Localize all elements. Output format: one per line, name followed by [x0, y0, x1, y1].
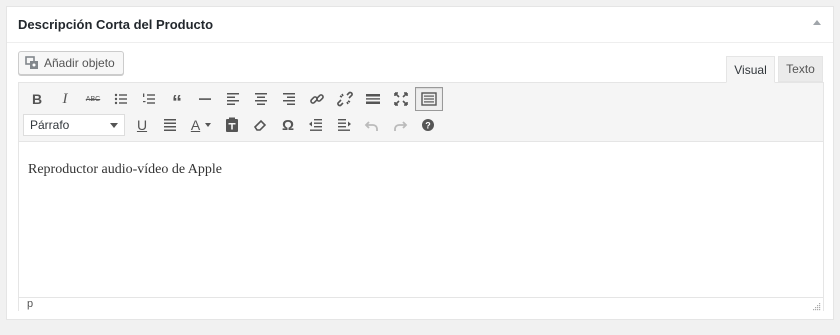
toolbar-row-1: B I ABC “: [23, 87, 443, 113]
editor-toolbar: B I ABC “ Párrafo U A Ω ?: [19, 83, 823, 142]
resize-handle-icon[interactable]: [813, 302, 821, 311]
indent-icon[interactable]: [330, 113, 358, 137]
unlink-icon[interactable]: [331, 87, 359, 111]
justify-icon[interactable]: [156, 113, 184, 137]
svg-text:?: ?: [425, 121, 431, 131]
undo-icon[interactable]: [358, 113, 386, 137]
tab-text[interactable]: Texto: [778, 56, 823, 82]
special-character-icon[interactable]: Ω: [274, 113, 302, 137]
panel-title: Descripción Corta del Producto: [18, 17, 214, 32]
align-right-icon[interactable]: [275, 87, 303, 111]
triangle-up-icon[interactable]: [813, 20, 821, 25]
editor-statusbar: p: [19, 297, 823, 312]
fullscreen-icon[interactable]: [387, 87, 415, 111]
underline-icon[interactable]: U: [128, 113, 156, 137]
panel-header: Descripción Corta del Producto: [7, 7, 833, 43]
paste-text-icon[interactable]: [218, 113, 246, 137]
chevron-down-icon: [205, 123, 212, 127]
help-icon[interactable]: ?: [414, 113, 442, 137]
align-center-icon[interactable]: [247, 87, 275, 111]
tab-visual[interactable]: Visual: [726, 56, 775, 83]
outdent-icon[interactable]: [302, 113, 330, 137]
bold-icon[interactable]: B: [23, 87, 51, 111]
italic-icon[interactable]: I: [51, 87, 79, 111]
add-media-button[interactable]: Añadir objeto: [18, 51, 124, 75]
short-description-panel: Descripción Corta del Producto Añadir ob…: [6, 6, 834, 320]
horizontal-rule-icon[interactable]: [191, 87, 219, 111]
media-icon: [25, 56, 39, 70]
element-path[interactable]: p: [27, 298, 33, 310]
clear-formatting-icon[interactable]: [246, 113, 274, 137]
numbered-list-icon[interactable]: [135, 87, 163, 111]
editor-content[interactable]: Reproductor audio-vídeo de Apple: [19, 142, 823, 297]
align-left-icon[interactable]: [219, 87, 247, 111]
add-media-label: Añadir objeto: [44, 56, 115, 70]
toolbar-toggle-icon[interactable]: [415, 87, 443, 111]
chevron-down-icon: [110, 123, 118, 128]
bullet-list-icon[interactable]: [107, 87, 135, 111]
read-more-icon[interactable]: [359, 87, 387, 111]
editor: B I ABC “ Párrafo U A Ω ? Reproductor au…: [18, 82, 824, 312]
blockquote-icon[interactable]: “: [163, 87, 191, 113]
text-color-icon[interactable]: A: [184, 113, 218, 137]
strikethrough-icon[interactable]: ABC: [79, 87, 107, 111]
link-icon[interactable]: [303, 87, 331, 111]
editor-paragraph[interactable]: Reproductor audio-vídeo de Apple: [28, 162, 814, 178]
toolbar-row-2: Párrafo U A Ω ?: [23, 113, 442, 137]
format-select[interactable]: Párrafo: [23, 114, 125, 136]
redo-icon[interactable]: [386, 113, 414, 137]
